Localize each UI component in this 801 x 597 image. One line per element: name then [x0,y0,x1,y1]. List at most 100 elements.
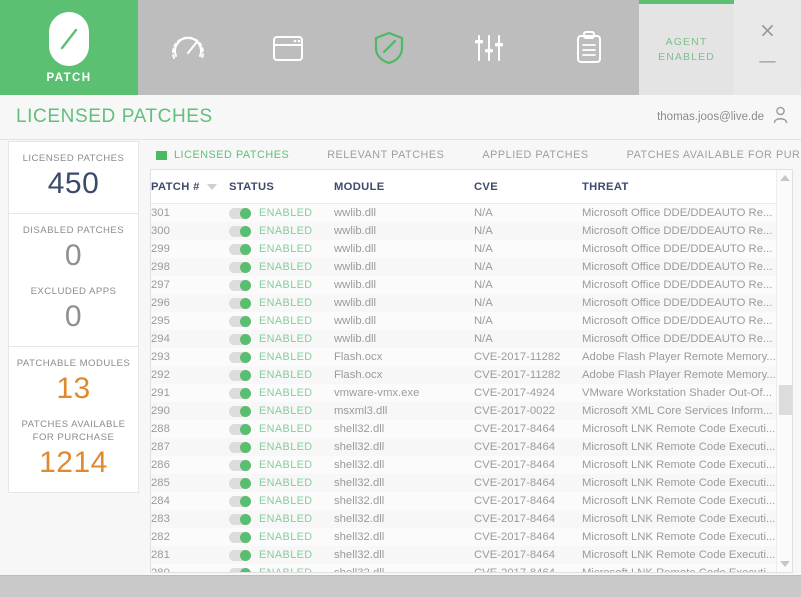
column-header-status[interactable]: STATUS [229,170,334,204]
scroll-up-arrow-icon[interactable] [777,170,792,186]
status-toggle-switch[interactable] [229,315,251,327]
status-toggle-switch[interactable] [229,459,251,471]
table-vertical-scrollbar[interactable] [776,170,792,572]
status-toggle-switch[interactable] [229,279,251,291]
cell-cve: CVE-2017-8464 [474,531,556,543]
cell-module: shell32.dll [334,459,385,471]
table-row[interactable]: 282 ENABLED shell32.dll CVE-2017-8464 Micros… [151,528,778,546]
sliders-icon[interactable] [439,0,539,95]
tab-label: LICENSED PATCHES [174,149,290,161]
table-row[interactable]: 297 ENABLED wwlib.dll N/A Microsoft Office D… [151,276,778,294]
table-row[interactable]: 284 ENABLED shell32.dll CVE-2017-8464 Micros… [151,492,778,510]
table-row[interactable]: 299 ENABLED wwlib.dll N/A Microsoft Office D… [151,240,778,258]
table-row[interactable]: 288 ENABLED shell32.dll CVE-2017-8464 Micros… [151,420,778,438]
tab-licensed-patches[interactable]: LICENSED PATCHES [156,149,289,161]
status-toggle-switch[interactable] [229,567,251,572]
status-toggle-switch[interactable] [229,351,251,363]
column-header-threat[interactable]: THREAT [582,170,778,204]
status-toggle-switch[interactable] [229,513,251,525]
person-icon[interactable] [772,106,789,129]
table-row[interactable]: 283 ENABLED shell32.dll CVE-2017-8464 Micros… [151,510,778,528]
cell-threat: Microsoft Office DDE/DDEAUTO Re... [582,297,773,309]
cell-threat: Microsoft XML Core Services Inform... [582,405,773,417]
column-header-module[interactable]: MODULE [334,170,474,204]
clipboard-report-icon[interactable] [539,0,639,95]
status-toggle-switch[interactable] [229,333,251,345]
tab-relevant-patches[interactable]: RELEVANT PATCHES [327,149,444,161]
user-account-area[interactable]: thomas.joos@live.de [657,106,789,129]
table-row[interactable]: 301 ENABLED wwlib.dll N/A Microsoft Office D… [151,203,778,222]
table-row[interactable]: 287 ENABLED shell32.dll CVE-2017-8464 Micros… [151,438,778,456]
cell-status: ENABLED [229,222,334,240]
tab-label: RELEVANT PATCHES [327,149,445,161]
close-icon[interactable]: × [759,20,776,40]
table-row[interactable]: 295 ENABLED wwlib.dll N/A Microsoft Office D… [151,312,778,330]
minimize-icon[interactable]: — [759,52,777,72]
status-label: ENABLED [259,225,313,237]
cell-module: shell32.dll [334,423,385,435]
stat-label: DISABLED PATCHES [22,225,125,236]
column-header-patch-number[interactable]: PATCH # [151,170,229,204]
cell-threat: Adobe Flash Player Remote Memory... [582,369,776,381]
table-row[interactable]: 290 ENABLED msxml3.dll CVE-2017-0022 Microso… [151,402,778,420]
sort-descending-triangle-icon[interactable] [206,184,217,191]
stats-sidebar: LICENSED PATCHES 450 DISABLED PATCHES 0 … [8,141,139,493]
status-toggle-switch[interactable] [229,549,251,561]
scroll-down-arrow-icon[interactable] [777,556,792,572]
status-toggle-switch[interactable] [229,369,251,381]
cell-patch-number: 292 [151,369,170,381]
status-toggle-switch[interactable] [229,261,251,273]
table-row[interactable]: 291 ENABLED vmware-vmx.exe CVE-2017-4924 VMw… [151,384,778,402]
cell-patch-number: 293 [151,351,170,363]
cell-status: ENABLED [229,546,334,564]
table-row[interactable]: 298 ENABLED wwlib.dll N/A Microsoft Office D… [151,258,778,276]
cell-cve: CVE-2017-8464 [474,423,556,435]
shield-icon[interactable] [338,0,438,95]
status-label: ENABLED [259,405,313,417]
cell-threat: Microsoft LNK Remote Code Executi... [582,531,776,543]
status-toggle-switch[interactable] [229,441,251,453]
cell-patch-number: 299 [151,243,170,255]
cell-patch-number: 291 [151,387,170,399]
status-toggle-switch[interactable] [229,423,251,435]
stat-card-disabled-excluded: DISABLED PATCHES 0 EXCLUDED APPS 0 [8,214,139,347]
patch-logo-tile[interactable]: PATCH [0,0,138,95]
table-row[interactable]: 300 ENABLED wwlib.dll N/A Microsoft Office D… [151,222,778,240]
table-row[interactable]: 293 ENABLED Flash.ocx CVE-2017-11282 Adobe F… [151,348,778,366]
status-toggle-switch[interactable] [229,477,251,489]
status-label: ENABLED [259,207,313,219]
cell-cve: CVE-2017-8464 [474,495,556,507]
table-row[interactable]: 281 ENABLED shell32.dll CVE-2017-8464 Micros… [151,546,778,564]
status-toggle-switch[interactable] [229,495,251,507]
table-row[interactable]: 292 ENABLED Flash.ocx CVE-2017-11282 Adobe F… [151,366,778,384]
table-row[interactable]: 296 ENABLED wwlib.dll N/A Microsoft Office D… [151,294,778,312]
cell-status: ENABLED [229,258,334,276]
tab-applied-patches[interactable]: APPLIED PATCHES [482,149,588,161]
nav-icon-group [138,0,639,95]
browser-window-icon[interactable] [238,0,338,95]
status-label: ENABLED [259,279,313,291]
status-toggle-switch[interactable] [229,207,251,219]
table-row[interactable]: 280 ENABLED shell32.dll CVE-2017-8464 Micros… [151,564,778,573]
cell-threat: Microsoft LNK Remote Code Executi... [582,423,776,435]
table-row[interactable]: 294 ENABLED wwlib.dll N/A Microsoft Office D… [151,330,778,348]
status-toggle-switch[interactable] [229,531,251,543]
agent-status-badge[interactable]: AGENT ENABLED [639,0,734,95]
tab-patches-available-for-purchase[interactable]: PATCHES AVAILABLE FOR PURCHASE [627,149,801,161]
cell-threat: Microsoft LNK Remote Code Executi... [582,459,776,471]
column-header-cve[interactable]: CVE [474,170,582,204]
status-toggle-switch[interactable] [229,297,251,309]
status-toggle-switch[interactable] [229,243,251,255]
table-row[interactable]: 286 ENABLED shell32.dll CVE-2017-8464 Micros… [151,456,778,474]
dashboard-gauge-icon[interactable] [138,0,238,95]
cell-patch-number: 283 [151,513,170,525]
stat-label: EXCLUDED APPS [30,286,117,297]
status-toggle-switch[interactable] [229,387,251,399]
scrollbar-thumb[interactable] [779,385,792,415]
table-row[interactable]: 285 ENABLED shell32.dll CVE-2017-8464 Micros… [151,474,778,492]
status-toggle-switch[interactable] [229,225,251,237]
status-toggle-switch[interactable] [229,405,251,417]
cell-module: shell32.dll [334,567,385,573]
agent-status-label: AGENT ENABLED [658,35,715,63]
cell-cve: CVE-2017-0022 [474,405,556,417]
